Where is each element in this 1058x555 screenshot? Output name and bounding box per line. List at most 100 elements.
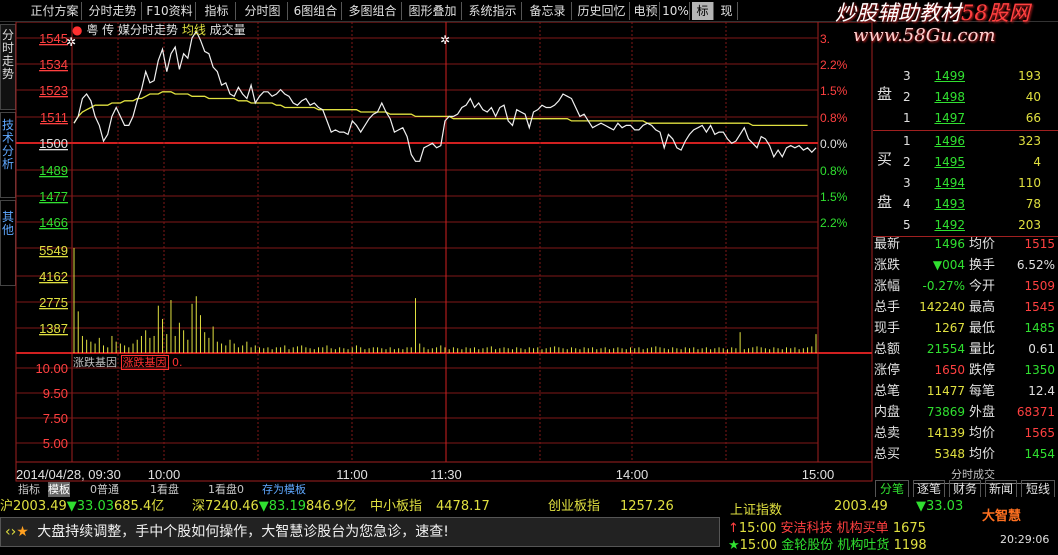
bottom-tab[interactable]: 模板 <box>48 482 70 497</box>
buy-price[interactable]: 1496 <box>933 133 965 150</box>
news-time: 15:00 <box>739 538 778 553</box>
time-tick-label: 11:00 <box>336 467 368 482</box>
buy-price[interactable]: 1495 <box>933 154 965 171</box>
sell-volume: 193 <box>1018 69 1041 83</box>
news-type: 机构吐货 <box>837 538 890 553</box>
vol-label: 成交量 <box>209 23 246 37</box>
buy-level: 1 <box>903 134 911 148</box>
quote-label: 最低 <box>969 321 996 336</box>
price-tick-label: 1545 <box>39 31 68 46</box>
right-divider-2 <box>873 236 1058 237</box>
quote-value: 1485 <box>1024 321 1055 335</box>
sell-level: 2 <box>903 90 911 104</box>
quote-label: 每笔 <box>969 384 996 399</box>
bottom-tab[interactable]: 1看盘 <box>150 482 179 497</box>
price-tick-label: 1489 <box>39 163 68 178</box>
pct-tick-label: 0.0% <box>820 137 848 151</box>
sh-change: ▼33.03 <box>66 499 114 514</box>
buy-volume: 323 <box>1018 134 1041 148</box>
pct-tick-label: 2.2% <box>820 216 848 230</box>
price-tick-label: 1534 <box>39 57 68 72</box>
buy-side-label-1: 买 <box>877 150 893 168</box>
quote-label: 涨停 <box>874 363 901 378</box>
sell-price[interactable]: 1499 <box>933 68 965 85</box>
quote-value: ▼004 <box>932 258 965 272</box>
quote-value: -0.27% <box>922 279 965 293</box>
stock-code: 粤 传 <box>86 23 115 37</box>
pct-tick-label: 0.8% <box>820 164 848 178</box>
price-tick-label: 1500 <box>39 136 68 151</box>
zxb-label: 中小板指 <box>370 499 423 514</box>
sh-amount: 685.4亿 <box>114 499 165 514</box>
quote-value: 68371 <box>1016 405 1055 419</box>
sub-label-b[interactable]: 涨跌基因 <box>120 355 169 370</box>
sh-index-panel: 上证指数 2003.49 ▼33.03 ↑15:00 安洁科技 机构买单 167… <box>722 497 1058 555</box>
bottom-tab[interactable]: 0普通 <box>90 482 119 497</box>
volume-tick-label: 1387 <box>39 321 68 336</box>
avg-line <box>73 91 808 127</box>
toolbar-item[interactable]: 电预 <box>632 2 660 20</box>
toolbar-item[interactable]: 备忘录 <box>524 2 572 20</box>
bottom-tab[interactable]: 1看盘0 <box>208 482 244 497</box>
toolbar-item[interactable]: 系统指示 <box>464 2 522 20</box>
pct-tick-label: 1.5% <box>820 190 848 204</box>
sh-value: 2003.49 <box>13 499 67 514</box>
sell-side-label: 盘 <box>877 85 893 103</box>
toolbar-item[interactable]: 现 <box>716 2 738 20</box>
buy-volume: 78 <box>1025 197 1041 211</box>
pct-tick-label: 1.5% <box>820 84 848 98</box>
toolbar-item[interactable]: 图形叠加 <box>404 2 462 20</box>
quote-value: 142240 <box>919 300 965 314</box>
sh-index-change: ▼33.03 <box>916 499 964 514</box>
sell-volume: 40 <box>1025 90 1041 104</box>
buy-price[interactable]: 1493 <box>933 196 965 213</box>
bottom-tab[interactable]: 存为模板 <box>262 482 306 497</box>
toolbar-item[interactable]: 10% <box>662 2 690 20</box>
quote-label: 涨幅 <box>874 279 901 294</box>
toolbar-item[interactable]: 分时走势 <box>84 2 142 20</box>
watermark-brand: 58股网 <box>961 1 1030 25</box>
quote-value: 21554 <box>926 342 965 356</box>
sell-price[interactable]: 1498 <box>933 89 965 106</box>
quote-value: 1515 <box>1024 237 1055 251</box>
toolbar-item[interactable]: 标 <box>692 2 714 20</box>
sz-label: 深 <box>192 499 206 514</box>
quote-value: 1565 <box>1024 426 1055 440</box>
quote-label: 最新 <box>874 237 901 252</box>
toolbar-item[interactable]: 正付方案 <box>28 2 82 20</box>
toolbar-item[interactable]: 分时图 <box>238 2 288 20</box>
buy-side-label-2: 盘 <box>877 193 893 211</box>
marquee-bar[interactable]: ‹›★ 大盘持续调整，手中个股如何操作，大智慧诊股台为您急诊，速查! <box>0 517 720 547</box>
news-row-2[interactable]: ★15:00 金轮股份 机构吐货 1198 <box>728 534 927 553</box>
bottom-tab[interactable]: 指标 <box>18 482 40 497</box>
sh-index-label: 上证指数 <box>730 503 783 518</box>
intraday-chart: 1545 1534 1523 1511 1500 1489 1477 1466 3. 2.2% 1.… <box>15 22 873 482</box>
toolbar-item[interactable]: 指标 <box>198 2 236 20</box>
bottom-tabs: 指标 模板 0普通 1看盘 1看盘0 存为模板 <box>16 482 872 497</box>
buy-price[interactable]: 1492 <box>933 217 965 234</box>
price-tick-label: 1523 <box>39 83 68 98</box>
quote-label: 总买 <box>874 447 901 462</box>
toolbar-item[interactable]: 历史回忆 <box>574 2 630 20</box>
marquee-text[interactable]: 大盘持续调整，手中个股如何操作，大智慧诊股台为您急诊，速查! <box>37 524 449 540</box>
quote-value: 11477 <box>926 384 965 398</box>
quote-value: 12.4 <box>1028 384 1055 398</box>
price-tick-label: 1477 <box>39 189 68 204</box>
buy-price[interactable]: 1494 <box>933 175 965 192</box>
sub-label-c: 0. <box>172 356 183 369</box>
arrows-icon[interactable]: ‹› <box>1 524 16 540</box>
toolbar-item[interactable]: 多图组合 <box>344 2 402 20</box>
quote-label: 量比 <box>969 342 996 357</box>
toolbar-item[interactable]: 6图组合 <box>290 2 342 20</box>
quote-label: 总笔 <box>874 384 901 399</box>
quote-label: 外盘 <box>969 405 996 420</box>
chart-title: 媒分时走势 <box>117 23 178 37</box>
volume-tick-label: 4162 <box>39 269 68 284</box>
volume-tick-label: 5549 <box>39 243 68 258</box>
sell-level: 1 <box>903 111 911 125</box>
quote-label: 总卖 <box>874 426 901 441</box>
pct-tick-label: 3. <box>820 32 830 46</box>
toolbar-item[interactable]: F10资料 <box>144 2 196 20</box>
time-tick-label: 2014/04/28, 09:30 <box>16 467 121 482</box>
sell-price[interactable]: 1497 <box>933 110 965 127</box>
